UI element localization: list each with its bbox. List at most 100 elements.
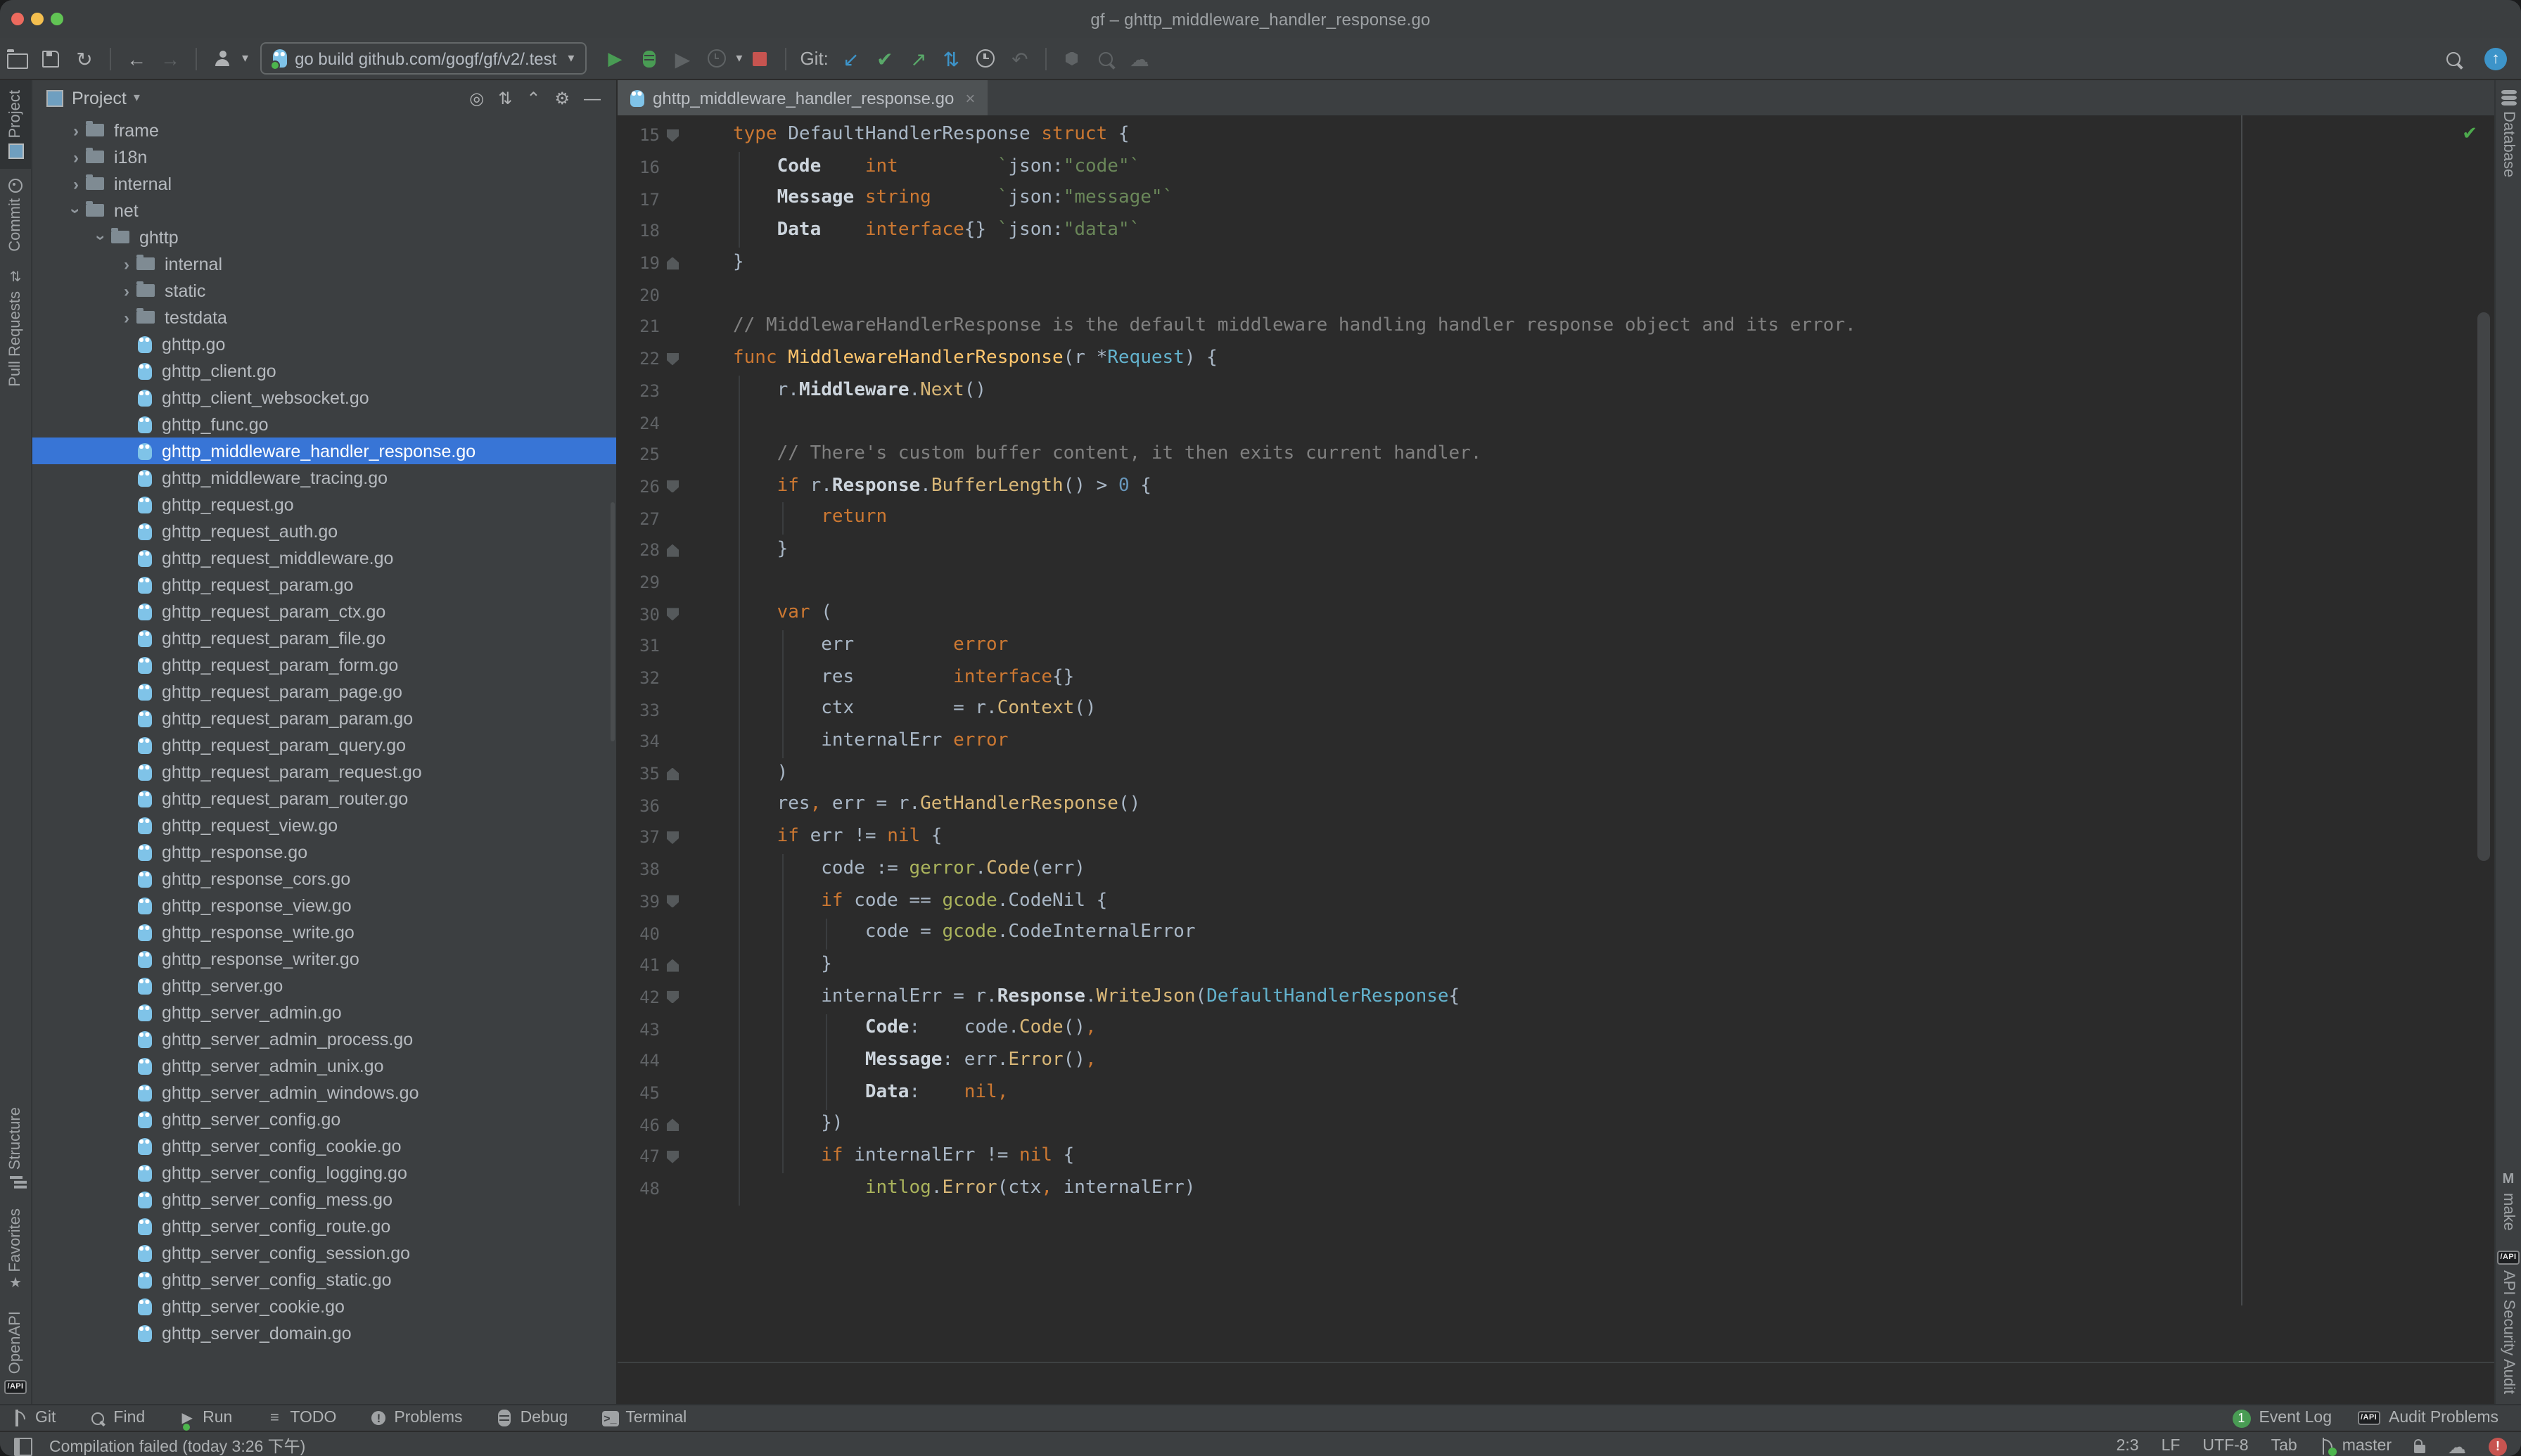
- tree-item[interactable]: ghttp_request_view.go: [32, 812, 616, 838]
- run-button[interactable]: ▶: [601, 44, 629, 72]
- tool-strip-button-commit[interactable]: Commit: [7, 170, 24, 262]
- toolwindow-button-debug[interactable]: Debug: [497, 1410, 568, 1426]
- fold-start-icon[interactable]: [666, 991, 679, 1004]
- lock-icon[interactable]: [2414, 1445, 2425, 1453]
- toolwindow-button-run[interactable]: ▶Run: [179, 1410, 232, 1426]
- tree-item[interactable]: ghttp_request_param_ctx.go: [32, 598, 616, 625]
- fold-start-icon[interactable]: [666, 895, 679, 908]
- open-folder-icon[interactable]: [3, 44, 31, 72]
- expand-all-icon[interactable]: ⇅: [498, 89, 512, 106]
- tree-item[interactable]: ghttp_server_config_mess.go: [32, 1186, 616, 1213]
- fold-end-icon[interactable]: [666, 544, 679, 557]
- collapse-all-icon[interactable]: ⌃: [526, 89, 540, 106]
- code-line-38[interactable]: 38 code := gerror.Code(err): [618, 854, 2494, 886]
- chevron-right-icon[interactable]: ›: [117, 282, 136, 299]
- code-line-48[interactable]: 48 intlog.Error(ctx, internalErr): [618, 1173, 2494, 1204]
- profiler-icon[interactable]: [702, 44, 730, 72]
- fold-start-icon[interactable]: [666, 1151, 679, 1163]
- toolwindow-button-find[interactable]: Find: [89, 1410, 145, 1426]
- tree-item[interactable]: ghttp_server.go: [32, 972, 616, 999]
- search-history-icon[interactable]: [1092, 44, 1120, 72]
- tree-item[interactable]: ghttp_server_admin.go: [32, 999, 616, 1026]
- fold-start-icon[interactable]: [666, 129, 679, 142]
- code-line-17[interactable]: 17 Message string `json:"message"`: [618, 184, 2494, 215]
- code-line-25[interactable]: 25 // There's custom buffer content, it …: [618, 439, 2494, 471]
- code-line-29[interactable]: 29: [618, 566, 2494, 598]
- git-push-icon[interactable]: ↗: [905, 44, 933, 72]
- code-line-31[interactable]: 31 err error: [618, 630, 2494, 662]
- tree-item[interactable]: ghttp_response_cors.go: [32, 865, 616, 892]
- chevron-down-icon[interactable]: ›: [93, 227, 110, 247]
- panel-settings-gear-icon[interactable]: ⚙: [554, 89, 570, 106]
- tool-strip-button-project[interactable]: Project: [0, 80, 31, 170]
- tree-item-selected[interactable]: ghttp_middleware_handler_response.go: [32, 438, 616, 464]
- tree-item[interactable]: ghttp_server_config_route.go: [32, 1213, 616, 1239]
- toolwindow-button-terminal[interactable]: >_Terminal: [601, 1410, 687, 1426]
- tree-item[interactable]: ›testdata: [32, 304, 616, 331]
- code-line-45[interactable]: 45 Data: nil,: [618, 1077, 2494, 1109]
- chevron-right-icon[interactable]: ›: [66, 175, 86, 192]
- tree-item[interactable]: ghttp_request_auth.go: [32, 518, 616, 544]
- git-commit-check-icon[interactable]: ✔: [871, 44, 899, 72]
- code-line-39[interactable]: 39 if code == gcode.CodeNil {: [618, 886, 2494, 917]
- run-configuration-select[interactable]: go build github.com/gogf/gf/v2/.test ▾: [260, 42, 587, 75]
- code-line-22[interactable]: 22func MiddlewareHandlerResponse(r *Requ…: [618, 343, 2494, 375]
- code-line-37[interactable]: 37 if err != nil {: [618, 822, 2494, 853]
- code-line-16[interactable]: 16 Code int `json:"code"`: [618, 151, 2494, 183]
- toolwindow-button-git[interactable]: Git: [11, 1410, 56, 1426]
- tree-item[interactable]: ghttp_server_cookie.go: [32, 1293, 616, 1320]
- locate-file-icon[interactable]: ◎: [469, 89, 484, 106]
- git-branch-widget[interactable]: master: [2320, 1438, 2392, 1455]
- search-everywhere-icon[interactable]: [2439, 44, 2468, 72]
- code-line-26[interactable]: 26 if r.Response.BufferLength() > 0 {: [618, 471, 2494, 502]
- code-line-44[interactable]: 44 Message: err.Error(),: [618, 1045, 2494, 1077]
- tree-item[interactable]: ghttp_middleware_tracing.go: [32, 464, 616, 491]
- shelve-icon[interactable]: [1058, 44, 1086, 72]
- tree-item[interactable]: ghttp_server_admin_process.go: [32, 1026, 616, 1052]
- tree-item[interactable]: ghttp_server_config_session.go: [32, 1239, 616, 1266]
- editor-scrollbar[interactable]: [2477, 312, 2490, 861]
- code-line-35[interactable]: 35 ): [618, 758, 2494, 790]
- debug-button[interactable]: [634, 44, 663, 72]
- file-encoding[interactable]: UTF-8: [2202, 1438, 2248, 1455]
- tree-item[interactable]: ghttp_response_view.go: [32, 892, 616, 919]
- user-profile-icon[interactable]: [208, 44, 236, 72]
- fold-end-icon[interactable]: [666, 257, 679, 269]
- chevron-right-icon[interactable]: ›: [117, 255, 136, 272]
- tree-item[interactable]: ghttp_server_config.go: [32, 1106, 616, 1132]
- cloud-settings-icon[interactable]: ☁: [2448, 1437, 2466, 1455]
- project-tree-scrollbar[interactable]: [611, 502, 615, 741]
- code-line-23[interactable]: 23 r.Middleware.Next(): [618, 375, 2494, 407]
- chevron-right-icon[interactable]: ›: [117, 309, 136, 326]
- fold-end-icon[interactable]: [666, 767, 679, 780]
- tree-item[interactable]: ghttp_request_param_file.go: [32, 625, 616, 651]
- tool-strip-button-api-security-audit[interactable]: /APIAPI Security Audit: [2497, 1241, 2520, 1404]
- event-log-button[interactable]: 1 Event Log: [2232, 1409, 2332, 1427]
- tree-item[interactable]: ghttp_request_param.go: [32, 571, 616, 598]
- tree-item[interactable]: ›i18n: [32, 143, 616, 170]
- tree-item[interactable]: ghttp_server_domain.go: [32, 1320, 616, 1346]
- tree-item[interactable]: ghttp_response_write.go: [32, 919, 616, 945]
- tree-item[interactable]: ghttp_server_admin_windows.go: [32, 1079, 616, 1106]
- status-message[interactable]: Compilation failed (today 3:26 下午): [49, 1435, 305, 1456]
- fold-start-icon[interactable]: [666, 352, 679, 365]
- code-line-33[interactable]: 33 ctx = r.Context(): [618, 694, 2494, 726]
- code-line-28[interactable]: 28 }: [618, 535, 2494, 566]
- indent-style[interactable]: Tab: [2271, 1438, 2297, 1455]
- chevron-right-icon[interactable]: ›: [66, 148, 86, 165]
- chevron-down-icon[interactable]: ›: [68, 200, 84, 220]
- profiler-caret-icon[interactable]: ▾: [736, 51, 742, 66]
- tree-item[interactable]: ghttp_server_config_cookie.go: [32, 1132, 616, 1159]
- code-line-42[interactable]: 42 internalErr = r.Response.WriteJson(De…: [618, 981, 2494, 1013]
- stop-button[interactable]: [745, 44, 773, 72]
- tree-item[interactable]: ›internal: [32, 250, 616, 277]
- code-line-18[interactable]: 18 Data interface{} `json:"data"`: [618, 215, 2494, 247]
- fold-end-icon[interactable]: [666, 959, 679, 971]
- code-line-15[interactable]: 15type DefaultHandlerResponse struct {: [618, 120, 2494, 151]
- code-line-30[interactable]: 30 var (: [618, 599, 2494, 630]
- git-merge-icon[interactable]: ⇄: [938, 44, 966, 72]
- editor-tab[interactable]: ghttp_middleware_handler_response.go ×: [618, 80, 988, 115]
- git-update-icon[interactable]: ↙: [837, 44, 865, 72]
- code-line-46[interactable]: 46 }): [618, 1109, 2494, 1141]
- code-line-21[interactable]: 21// MiddlewareHandlerResponse is the de…: [618, 311, 2494, 343]
